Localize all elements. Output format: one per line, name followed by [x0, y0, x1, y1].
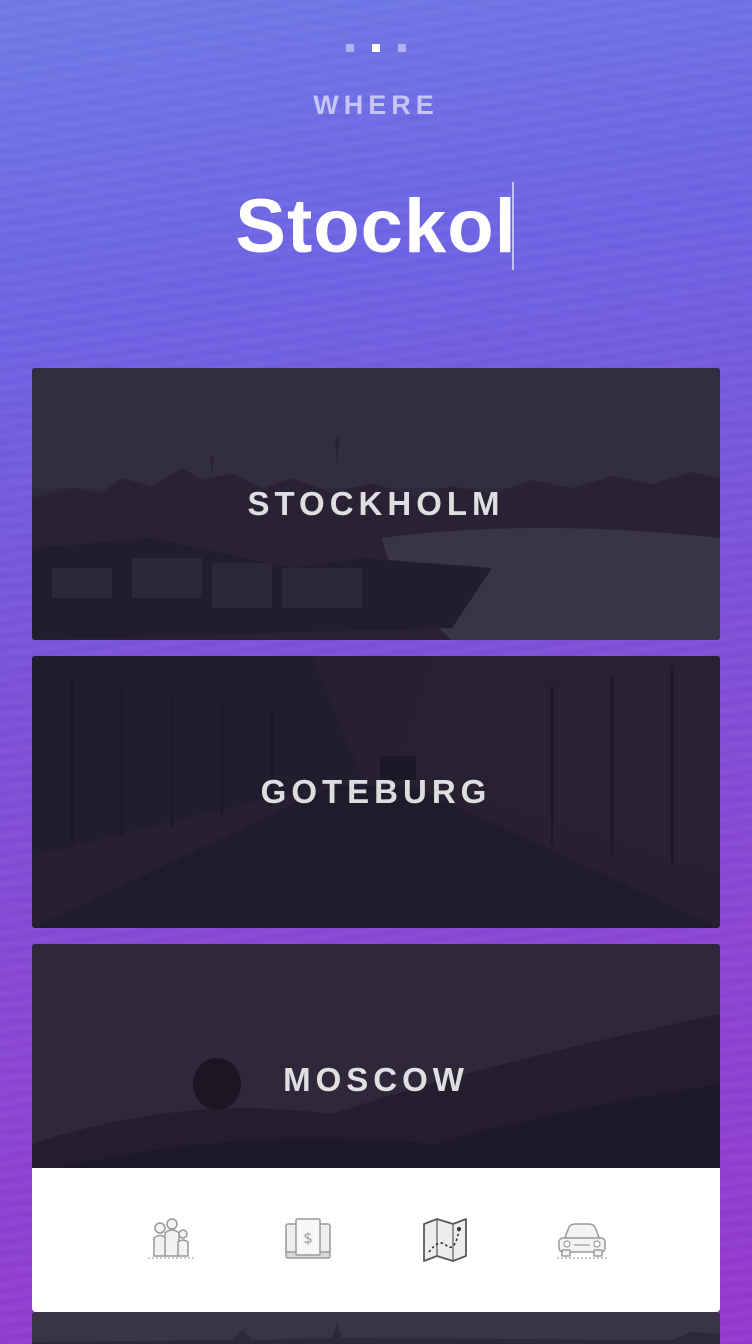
partial-photo: [32, 1312, 720, 1344]
svg-text:$: $: [303, 1229, 313, 1247]
page-dot[interactable]: [398, 44, 406, 52]
result-card-stockholm[interactable]: STOCKHOLM: [32, 368, 720, 640]
result-label: MOSCOW: [283, 1061, 469, 1098]
page-indicator: [0, 44, 752, 52]
family-icon: [147, 1218, 194, 1259]
nav-car-button[interactable]: [552, 1210, 612, 1270]
text-caret: [512, 182, 514, 270]
nav-family-button[interactable]: [141, 1210, 201, 1270]
search-input[interactable]: [226, 182, 526, 270]
money-icon: $: [284, 1218, 331, 1259]
search-field[interactable]: [0, 182, 752, 270]
result-label: STOCKHOLM: [247, 485, 505, 522]
result-label: GOTEBURG: [260, 773, 492, 810]
bottom-nav: $: [32, 1168, 720, 1312]
section-label: WHERE: [313, 90, 439, 120]
car-icon: [556, 1223, 607, 1259]
result-card-goteburg[interactable]: GOTEBURG: [32, 656, 720, 928]
nav-map-button[interactable]: [415, 1210, 475, 1270]
nav-money-button[interactable]: $: [278, 1210, 338, 1270]
result-card-partial[interactable]: [32, 1312, 720, 1344]
page-dot[interactable]: [346, 44, 354, 52]
map-icon: [422, 1218, 467, 1262]
page-dot-active[interactable]: [372, 44, 380, 52]
